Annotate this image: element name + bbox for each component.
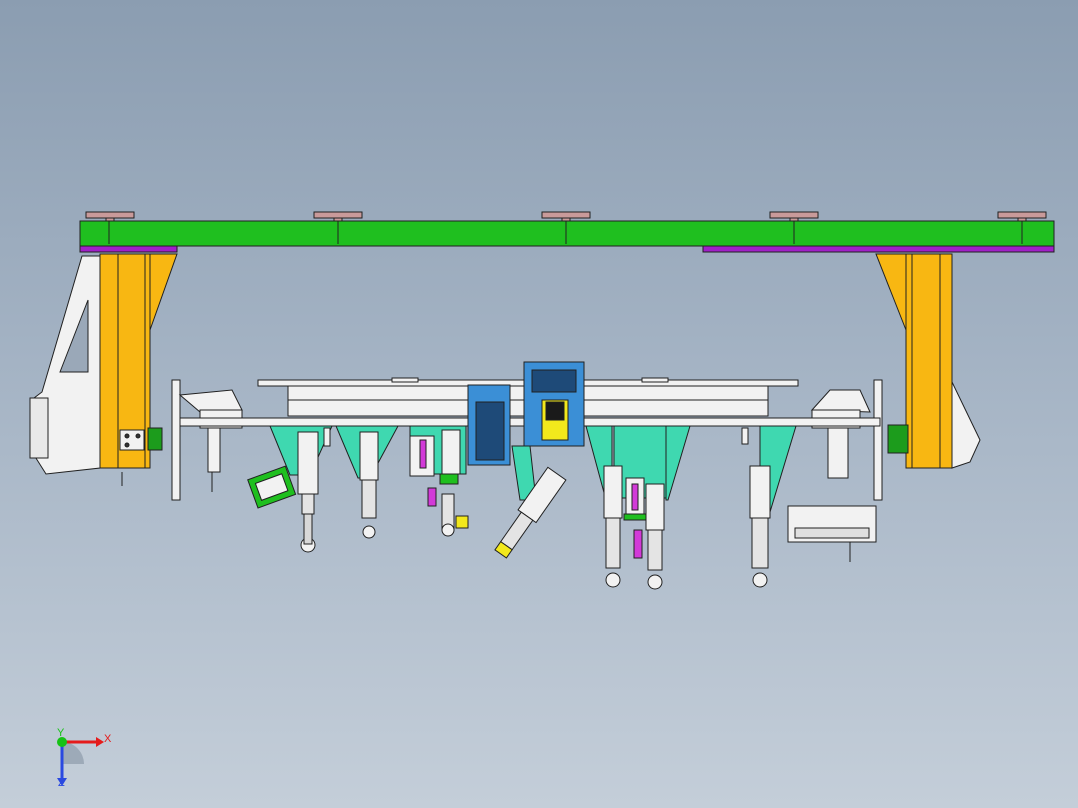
left-end-flange (171, 379, 243, 501)
right-column (873, 253, 981, 501)
gantry-assembly-model[interactable] (0, 0, 1078, 808)
z-axis-label: Z (58, 777, 65, 789)
left-column (99, 253, 178, 486)
cad-viewport[interactable]: X Y Z (0, 0, 1078, 808)
y-axis-label: Y (57, 727, 65, 739)
x-axis-label: X (104, 733, 112, 745)
triad-arrows-icon (57, 737, 104, 786)
left-support-plate (29, 255, 101, 475)
right-end-cover (787, 389, 877, 562)
main-beam (79, 220, 1055, 253)
coordinate-triad: X Y Z (44, 728, 124, 798)
